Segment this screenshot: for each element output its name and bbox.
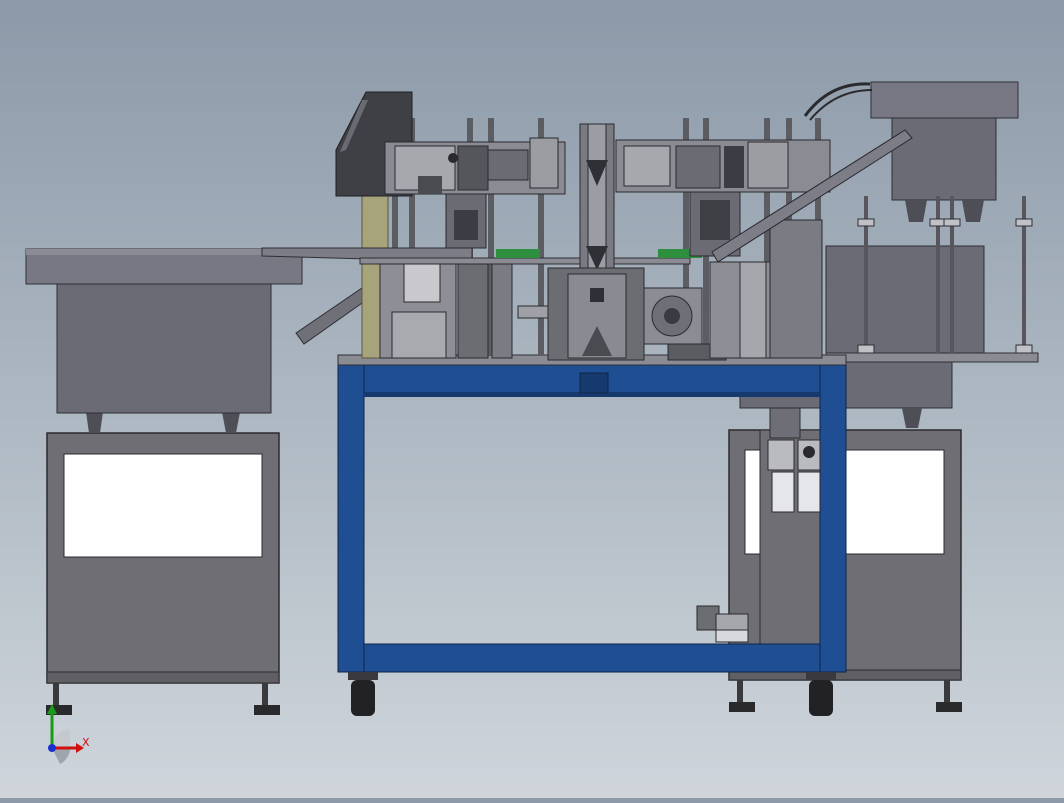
air-filter-regulator[interactable] <box>767 407 821 513</box>
left-inclined-chute <box>295 287 373 345</box>
triad-x-label: X <box>82 736 90 749</box>
right-upper-bowl[interactable] <box>803 81 1019 222</box>
left-feeder-cabinet[interactable] <box>46 432 280 715</box>
cad-viewport[interactable]: X <box>0 0 1064 798</box>
left-feed-rail <box>261 247 702 265</box>
left-vibratory-bowl[interactable] <box>25 248 303 433</box>
left-station-block[interactable] <box>379 263 513 359</box>
